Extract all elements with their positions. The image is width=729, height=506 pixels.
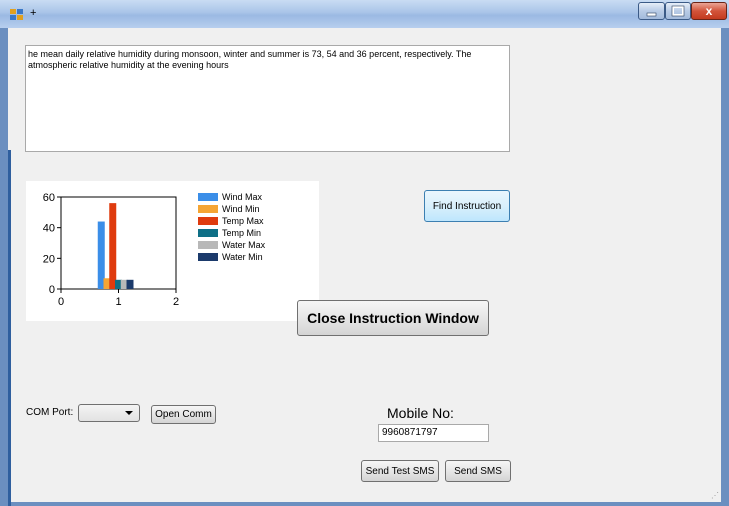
send-test-sms-button[interactable]: Send Test SMS	[361, 460, 439, 482]
x-tick-label: 0	[58, 296, 64, 308]
mobile-number-input[interactable]: 9960871797	[378, 424, 489, 442]
com-port-select[interactable]	[78, 404, 140, 422]
bar-temp-max	[109, 203, 117, 289]
title-bar[interactable]: + x	[0, 0, 729, 28]
legend-swatch	[198, 253, 218, 261]
resize-grip-icon[interactable]: ⋰	[711, 491, 719, 500]
find-instruction-button[interactable]: Find Instruction	[424, 190, 510, 222]
instruction-text: he mean daily relative humidity during m…	[28, 49, 472, 70]
legend-swatch	[198, 193, 218, 201]
chevron-down-icon	[125, 411, 133, 415]
left-edge	[8, 150, 11, 506]
legend-label: Temp Min	[222, 228, 262, 238]
legend-item: Water Min	[198, 251, 265, 263]
app-icon	[10, 9, 23, 20]
com-port-label: COM Port:	[26, 407, 74, 418]
legend-item: Wind Min	[198, 203, 265, 215]
instruction-textbox[interactable]: he mean daily relative humidity during m…	[25, 45, 510, 152]
legend-label: Wind Max	[222, 192, 263, 202]
chart-canvas: 60 40 20 00 1 2	[43, 192, 179, 308]
minimize-icon	[646, 12, 657, 17]
send-sms-button[interactable]: Send SMS	[445, 460, 511, 482]
legend-swatch	[198, 205, 218, 213]
maximize-button[interactable]	[665, 2, 691, 20]
legend-item: Temp Min	[198, 227, 265, 239]
y-tick-label: 60	[43, 192, 55, 204]
maximize-icon	[671, 5, 685, 17]
legend-item: Temp Max	[198, 215, 265, 227]
legend-label: Water Min	[222, 252, 263, 262]
weather-chart: 60 40 20 0 0 1 2 Wind Max Wind Min Temp Max Temp …	[26, 181, 319, 321]
legend-swatch	[198, 229, 218, 237]
legend-item: Wind Max	[198, 191, 265, 203]
bar-water-min	[126, 279, 134, 289]
app-window: + x he mean daily relative humidity duri…	[0, 0, 729, 506]
legend-swatch	[198, 217, 218, 225]
y-tick-label: 20	[43, 253, 55, 265]
legend-label: Water Max	[222, 240, 266, 250]
close-instruction-window-button[interactable]: Close Instruction Window	[297, 300, 489, 336]
legend-swatch	[198, 241, 218, 249]
minimize-button[interactable]	[638, 2, 665, 20]
mobile-number-value: 9960871797	[382, 427, 438, 438]
plot-frame	[60, 196, 177, 290]
chart-legend: Wind Max Wind Min Temp Max Temp Min Water Ma…	[198, 191, 265, 263]
window-title: +	[30, 7, 37, 19]
x-tick-label: 2	[173, 296, 179, 308]
x-tick-label: 1	[115, 296, 121, 308]
close-button[interactable]: x	[691, 2, 727, 20]
y-tick-label: 40	[43, 223, 55, 235]
close-icon: x	[705, 4, 713, 18]
legend-item: Water Max	[198, 239, 265, 251]
open-comm-button[interactable]: Open Comm	[151, 405, 216, 424]
legend-label: Wind Min	[222, 204, 260, 214]
y-tick-label: 0	[49, 284, 55, 296]
mobile-no-label: Mobile No:	[387, 405, 454, 421]
legend-label: Temp Max	[222, 216, 264, 226]
